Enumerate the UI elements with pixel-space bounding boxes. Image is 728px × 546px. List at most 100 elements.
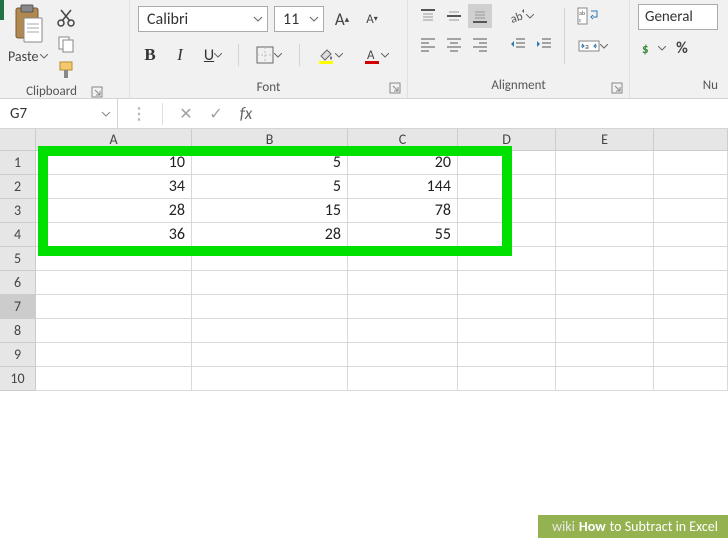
name-box[interactable]: G7 bbox=[0, 99, 118, 128]
align-left-icon[interactable] bbox=[416, 32, 440, 56]
increase-indent-icon[interactable] bbox=[532, 32, 556, 56]
cell[interactable]: 144 bbox=[348, 175, 458, 199]
cell[interactable] bbox=[654, 223, 728, 247]
font-color-button[interactable]: A bbox=[356, 43, 396, 67]
cell[interactable] bbox=[458, 247, 556, 271]
align-right-icon[interactable] bbox=[468, 32, 492, 56]
cell[interactable] bbox=[36, 247, 192, 271]
row-header[interactable]: 5 bbox=[0, 247, 36, 271]
cell[interactable] bbox=[36, 367, 192, 391]
cell[interactable] bbox=[458, 367, 556, 391]
increase-font-icon[interactable]: A▴ bbox=[330, 7, 354, 31]
bold-button[interactable]: B bbox=[138, 43, 162, 67]
row-header[interactable]: 6 bbox=[0, 271, 36, 295]
cell[interactable]: 34 bbox=[36, 175, 192, 199]
row-header[interactable]: 7 bbox=[0, 295, 36, 319]
cell[interactable] bbox=[192, 343, 348, 367]
col-header[interactable] bbox=[654, 129, 728, 151]
row-header[interactable]: 1 bbox=[0, 151, 36, 175]
cell[interactable] bbox=[36, 295, 192, 319]
cell[interactable] bbox=[458, 319, 556, 343]
row-header[interactable]: 9 bbox=[0, 343, 36, 367]
cell[interactable] bbox=[556, 319, 654, 343]
row-header[interactable]: 8 bbox=[0, 319, 36, 343]
cell[interactable] bbox=[192, 367, 348, 391]
align-bottom-icon[interactable] bbox=[468, 4, 492, 28]
cell[interactable] bbox=[556, 247, 654, 271]
cell[interactable]: 36 bbox=[36, 223, 192, 247]
cell[interactable] bbox=[556, 175, 654, 199]
cell[interactable]: 5 bbox=[192, 151, 348, 175]
select-all-corner[interactable] bbox=[0, 129, 36, 151]
dots-icon[interactable]: ⋮ bbox=[126, 104, 152, 124]
col-header[interactable]: D bbox=[458, 129, 556, 151]
cell[interactable] bbox=[654, 175, 728, 199]
cell[interactable]: 10 bbox=[36, 151, 192, 175]
dialog-launcher-icon[interactable] bbox=[389, 82, 401, 94]
cell[interactable] bbox=[348, 319, 458, 343]
accounting-format-button[interactable]: $ bbox=[638, 36, 668, 60]
cell[interactable]: 15 bbox=[192, 199, 348, 223]
fill-color-button[interactable] bbox=[310, 43, 350, 67]
cell[interactable]: 20 bbox=[348, 151, 458, 175]
cell[interactable]: 5 bbox=[192, 175, 348, 199]
enter-icon[interactable]: ✓ bbox=[203, 104, 229, 124]
col-header[interactable]: E bbox=[556, 129, 654, 151]
cell[interactable] bbox=[458, 151, 556, 175]
dialog-launcher-icon[interactable] bbox=[91, 86, 103, 98]
align-middle-icon[interactable] bbox=[442, 4, 466, 28]
cell[interactable] bbox=[36, 343, 192, 367]
col-header[interactable]: A bbox=[36, 129, 192, 151]
cell[interactable] bbox=[348, 271, 458, 295]
cell[interactable] bbox=[192, 271, 348, 295]
cell[interactable] bbox=[36, 271, 192, 295]
cell[interactable] bbox=[654, 295, 728, 319]
cell[interactable] bbox=[458, 175, 556, 199]
cell[interactable] bbox=[348, 343, 458, 367]
col-header[interactable]: C bbox=[348, 129, 458, 151]
cell[interactable] bbox=[36, 319, 192, 343]
orientation-button[interactable]: ab bbox=[506, 4, 536, 28]
cell[interactable] bbox=[654, 199, 728, 223]
cell[interactable] bbox=[556, 151, 654, 175]
cell[interactable] bbox=[556, 223, 654, 247]
wrap-text-button[interactable]: abc bbox=[573, 4, 603, 28]
align-center-icon[interactable] bbox=[442, 32, 466, 56]
cell[interactable] bbox=[348, 367, 458, 391]
cancel-icon[interactable]: ✕ bbox=[173, 104, 199, 124]
align-top-icon[interactable] bbox=[416, 4, 440, 28]
cell[interactable] bbox=[458, 343, 556, 367]
merge-center-button[interactable]: a bbox=[573, 34, 613, 58]
paste-button[interactable]: Paste bbox=[8, 4, 48, 65]
cell[interactable] bbox=[458, 199, 556, 223]
decrease-font-icon[interactable]: A▾ bbox=[360, 7, 384, 31]
cell[interactable] bbox=[654, 271, 728, 295]
font-size-combo[interactable]: 11 bbox=[274, 6, 324, 32]
cell[interactable] bbox=[192, 247, 348, 271]
number-format-combo[interactable]: General bbox=[638, 4, 718, 30]
fx-icon[interactable]: fx bbox=[233, 103, 259, 124]
cell[interactable]: 55 bbox=[348, 223, 458, 247]
cell[interactable] bbox=[556, 343, 654, 367]
dialog-launcher-icon[interactable] bbox=[611, 82, 623, 94]
row-header[interactable]: 2 bbox=[0, 175, 36, 199]
cell[interactable] bbox=[556, 199, 654, 223]
cell[interactable] bbox=[556, 295, 654, 319]
cell[interactable] bbox=[556, 271, 654, 295]
row-header[interactable]: 4 bbox=[0, 223, 36, 247]
col-header[interactable]: B bbox=[192, 129, 348, 151]
cell[interactable]: 28 bbox=[192, 223, 348, 247]
row-header[interactable]: 10 bbox=[0, 367, 36, 391]
cell[interactable] bbox=[654, 367, 728, 391]
cell[interactable] bbox=[348, 295, 458, 319]
percent-format-button[interactable]: % bbox=[670, 36, 694, 60]
cell[interactable]: 78 bbox=[348, 199, 458, 223]
copy-icon[interactable] bbox=[56, 34, 76, 54]
cell[interactable]: 28 bbox=[36, 199, 192, 223]
cell[interactable] bbox=[654, 343, 728, 367]
italic-button[interactable]: I bbox=[168, 43, 192, 67]
font-name-combo[interactable]: Calibri bbox=[138, 6, 268, 32]
cell[interactable] bbox=[654, 247, 728, 271]
cell[interactable] bbox=[556, 367, 654, 391]
cell[interactable] bbox=[654, 319, 728, 343]
